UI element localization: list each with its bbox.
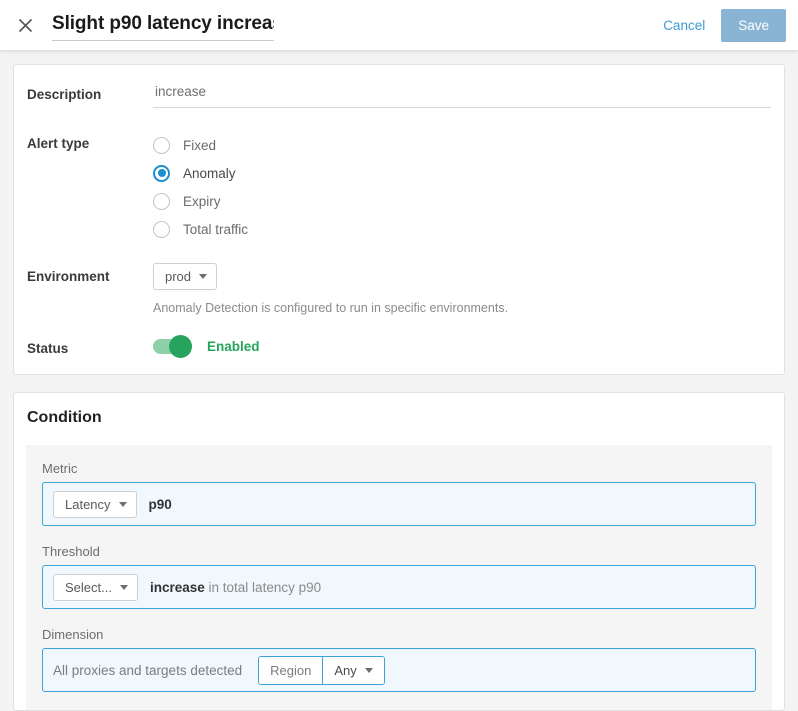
status-label: Status <box>27 335 153 356</box>
dimension-description-text: All proxies and targets detected <box>53 663 242 678</box>
radio-option-expiry[interactable]: Expiry <box>153 187 771 215</box>
radio-option-anomaly[interactable]: Anomaly <box>153 159 771 187</box>
environment-row: Environment prod Anomaly Detection is co… <box>14 263 784 315</box>
close-icon[interactable] <box>8 8 42 42</box>
threshold-expression-rest: in total latency p90 <box>209 580 322 595</box>
top-bar-actions: Cancel Save <box>661 9 798 42</box>
metric-dropdown[interactable]: Latency <box>53 491 137 518</box>
environment-dropdown[interactable]: prod <box>153 263 217 290</box>
radio-option-label: Expiry <box>183 194 221 209</box>
alert-title-input[interactable] <box>52 11 274 41</box>
chevron-down-icon <box>365 668 373 673</box>
radio-option-fixed[interactable]: Fixed <box>153 131 771 159</box>
dimension-segment-region-label: Region <box>270 664 311 677</box>
radio-icon <box>153 193 170 210</box>
dimension-segment-value-dropdown[interactable]: Any <box>322 657 383 684</box>
save-button[interactable]: Save <box>721 9 786 42</box>
cancel-button[interactable]: Cancel <box>661 14 707 37</box>
environment-dropdown-value: prod <box>165 270 191 283</box>
alert-type-label: Alert type <box>27 130 153 151</box>
metric-label: Metric <box>42 461 756 476</box>
chevron-down-icon <box>120 585 128 590</box>
settings-card: Description Alert type Fixed Anomaly Exp… <box>13 64 785 375</box>
status-row: Status Enabled <box>14 335 784 356</box>
top-bar: Cancel Save <box>0 0 798 51</box>
description-label: Description <box>27 81 153 102</box>
description-row: Description <box>14 81 784 108</box>
radio-icon <box>153 221 170 238</box>
threshold-expression-box[interactable]: Select... increase in total latency p90 <box>42 565 756 609</box>
threshold-expression-bold: increase <box>150 580 205 595</box>
dimension-segment-value: Any <box>334 664 356 677</box>
status-state-text: Enabled <box>207 339 260 354</box>
environment-label: Environment <box>27 263 153 284</box>
radio-option-total-traffic[interactable]: Total traffic <box>153 215 771 243</box>
radio-option-label: Total traffic <box>183 222 248 237</box>
threshold-label: Threshold <box>42 544 756 559</box>
dimension-segment-group: Region Any <box>258 656 385 685</box>
radio-icon-selected <box>153 165 170 182</box>
threshold-dropdown-value: Select... <box>65 581 112 594</box>
alert-title-wrap <box>52 11 274 41</box>
status-toggle-wrap: Enabled <box>153 335 771 354</box>
metric-expression-text: p90 <box>149 497 172 512</box>
alert-type-row: Alert type Fixed Anomaly Expiry Total <box>14 130 784 243</box>
dimension-expression-box[interactable]: All proxies and targets detected Region … <box>42 648 756 692</box>
chevron-down-icon <box>199 274 207 279</box>
condition-card: Condition Metric Latency p90 Threshold S… <box>13 392 785 711</box>
threshold-dropdown[interactable]: Select... <box>53 574 138 601</box>
dimension-segment-region[interactable]: Region <box>259 657 322 684</box>
condition-panel: Metric Latency p90 Threshold Select... i… <box>26 445 772 710</box>
dimension-label: Dimension <box>42 627 756 642</box>
status-toggle[interactable] <box>153 339 191 354</box>
radio-option-label: Fixed <box>183 138 216 153</box>
chevron-down-icon <box>119 502 127 507</box>
alert-type-radio-group: Fixed Anomaly Expiry Total traffic <box>153 130 771 243</box>
threshold-expression-text: increase in total latency p90 <box>150 580 321 595</box>
radio-icon <box>153 137 170 154</box>
metric-dropdown-value: Latency <box>65 498 111 511</box>
toggle-knob <box>169 335 192 358</box>
radio-option-label: Anomaly <box>183 166 236 181</box>
environment-helper-text: Anomaly Detection is configured to run i… <box>153 301 771 315</box>
description-input[interactable] <box>153 81 771 108</box>
metric-expression-box[interactable]: Latency p90 <box>42 482 756 526</box>
condition-title: Condition <box>14 409 784 427</box>
